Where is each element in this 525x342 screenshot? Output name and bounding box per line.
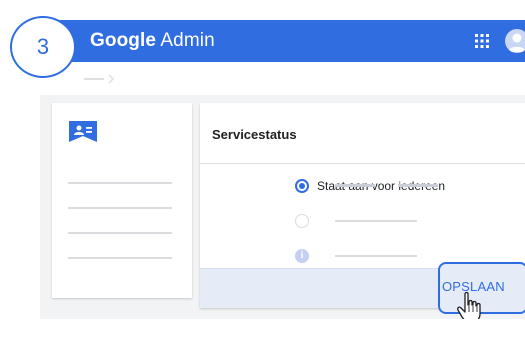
brand-google: Google (90, 30, 157, 51)
sidebar-line (68, 182, 172, 184)
user-avatar-icon[interactable] (505, 29, 525, 53)
step-number-badge: 3 (10, 16, 76, 78)
grid-icon[interactable] (475, 34, 489, 48)
sidebar-card (52, 103, 192, 298)
radio-unselected[interactable] (295, 214, 309, 228)
sidebar-line (68, 232, 172, 234)
placeholder-line (335, 220, 417, 222)
footer-placeholder-line (398, 184, 438, 187)
step-number: 3 (36, 34, 50, 59)
people-card-icon (69, 121, 97, 142)
sidebar-line (68, 257, 172, 259)
divider (200, 163, 525, 164)
app-brand[interactable]: Google Admin (90, 30, 215, 52)
card-title: Servicestatus (212, 127, 297, 142)
brand-admin: Admin (160, 30, 215, 51)
footer-placeholder-line (335, 184, 375, 187)
placeholder-line (335, 255, 417, 257)
radio-on-for-everyone[interactable] (295, 179, 309, 193)
sidebar-line (68, 207, 172, 209)
info-icon[interactable]: i (295, 249, 309, 263)
bottom-area (40, 319, 525, 342)
breadcrumb (84, 74, 115, 84)
